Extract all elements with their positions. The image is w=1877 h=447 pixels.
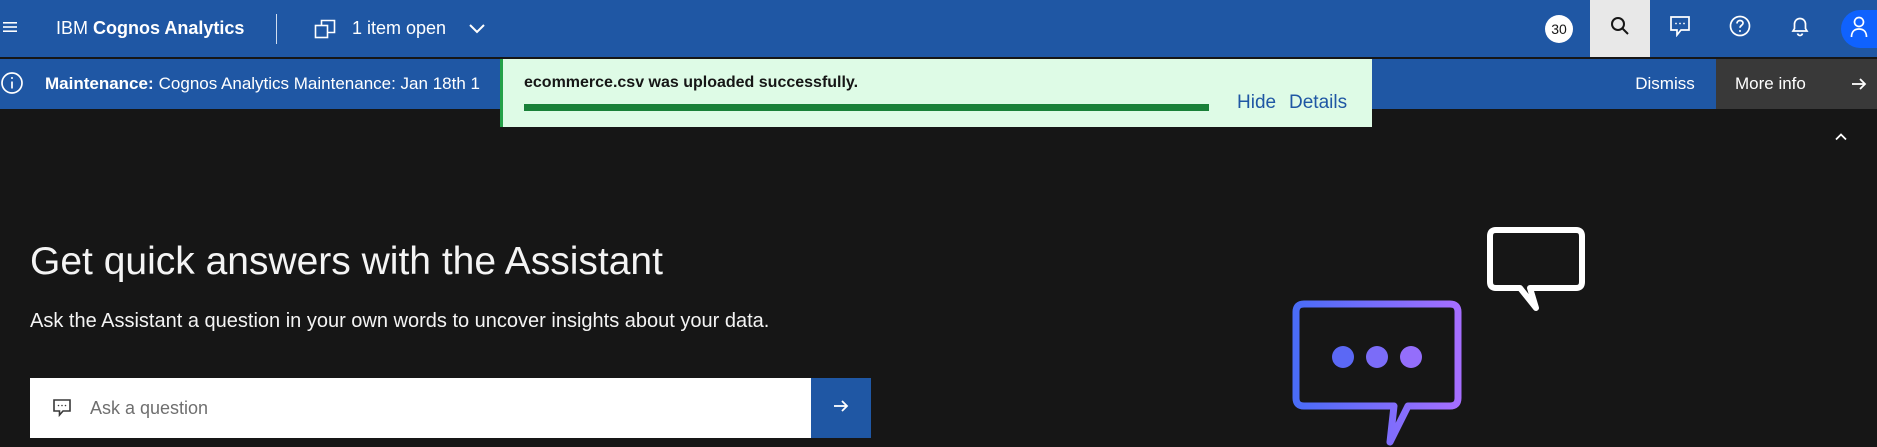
dismiss-button[interactable]: Dismiss <box>1610 59 1720 109</box>
chat-icon <box>1669 15 1691 42</box>
user-icon <box>1850 16 1868 43</box>
chat-button[interactable] <box>1650 0 1710 57</box>
open-items-switcher[interactable]: 1 item open <box>314 0 486 57</box>
notification-icon <box>1789 15 1811 42</box>
brand-prefix: IBM <box>56 18 89 38</box>
user-profile-button[interactable] <box>1841 10 1877 48</box>
open-items-icon <box>314 18 336 40</box>
search-icon <box>1610 16 1630 41</box>
menu-button[interactable] <box>0 0 20 57</box>
arrow-right-icon <box>1849 74 1869 94</box>
upload-success-toast: ecommerce.csv was uploaded successfully.… <box>500 59 1372 127</box>
product-brand[interactable]: IBM Cognos Analytics <box>56 0 244 57</box>
chevron-up-icon <box>1834 129 1848 147</box>
header-divider <box>276 14 277 44</box>
help-icon <box>1729 15 1751 42</box>
notifications-button[interactable] <box>1770 0 1830 57</box>
help-button[interactable] <box>1710 0 1770 57</box>
ask-question-input[interactable] <box>88 387 792 429</box>
items-open-label: 1 item open <box>352 18 447 38</box>
collapse-button[interactable] <box>1830 127 1852 149</box>
hide-link[interactable]: Hide <box>1237 92 1276 114</box>
info-icon <box>0 71 24 95</box>
chat-bubble-icon <box>51 397 73 419</box>
ask-submit-button[interactable] <box>811 378 871 438</box>
upload-progress-fill <box>524 104 1209 111</box>
hero-subtitle: Ask the Assistant a question in your own… <box>30 310 770 332</box>
banner-message: Maintenance: Cognos Analytics Maintenanc… <box>45 59 500 109</box>
top-header-bar: IBM Cognos Analytics 1 item open 30 <box>0 0 1877 57</box>
notification-count-badge[interactable]: 30 <box>1545 15 1573 43</box>
details-link[interactable]: Details <box>1289 92 1347 114</box>
ask-question-box[interactable] <box>30 378 811 438</box>
menu-icon <box>3 20 17 38</box>
chevron-down-icon <box>468 23 486 35</box>
banner-body: Cognos Analytics Maintenance: Jan 18th 1 <box>158 74 480 93</box>
hero-title: Get quick answers with the Assistant <box>30 240 663 283</box>
arrow-right-icon <box>831 396 851 421</box>
banner-title: Maintenance: <box>45 74 154 93</box>
brand-name: Cognos Analytics <box>93 18 245 38</box>
toast-message: ecommerce.csv was uploaded successfully. <box>524 74 859 91</box>
more-info-label: More info <box>1735 74 1806 93</box>
upload-progress-bar <box>524 104 1209 111</box>
search-button[interactable] <box>1590 0 1650 57</box>
chat-bubble-outline-icon <box>1487 227 1585 311</box>
assistant-illustration <box>1292 227 1585 446</box>
more-info-button[interactable]: More info <box>1716 59 1877 109</box>
assistant-chat-bubble-icon <box>1292 300 1462 446</box>
